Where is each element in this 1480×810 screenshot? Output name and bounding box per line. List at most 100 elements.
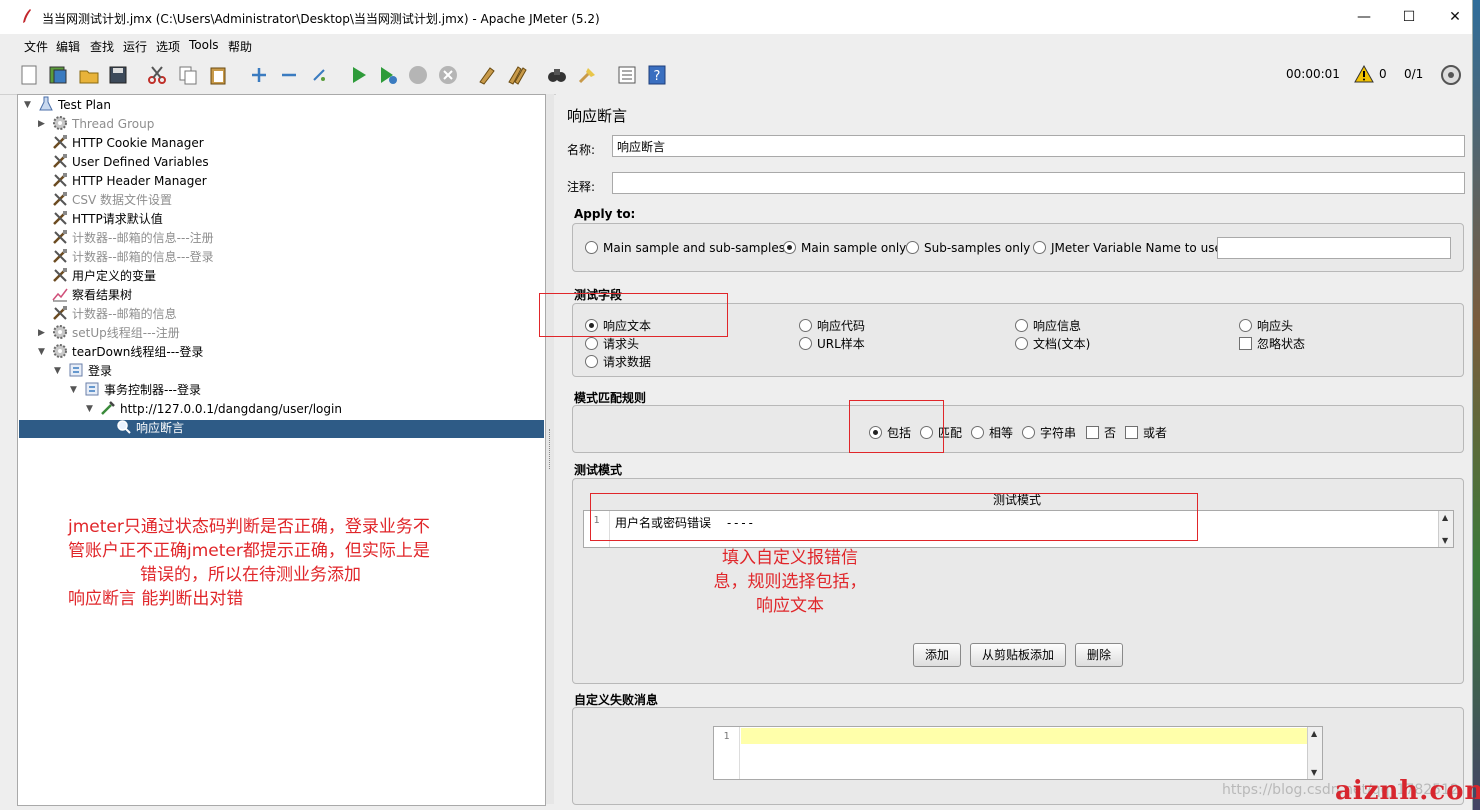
scroll-up-icon[interactable]: ▲ [1311, 729, 1317, 738]
tree-node[interactable]: HTTP请求默认值 [52, 210, 163, 228]
close-button[interactable]: ✕ [1432, 4, 1478, 30]
menu-options[interactable]: 选项 [156, 38, 180, 55]
tree-expand-icon[interactable]: ▶ [38, 119, 45, 129]
tree-node[interactable]: 计数器--邮箱的信息---登录 [52, 248, 214, 266]
split-pane-divider[interactable] [546, 94, 554, 804]
copy-icon[interactable] [177, 64, 199, 86]
reset-search-icon[interactable] [576, 64, 598, 86]
rule-equals-radio[interactable]: 相等 [971, 424, 1013, 441]
field-response-code-radio[interactable]: 响应代码 [799, 317, 865, 334]
tree-collapse-icon[interactable]: ▼ [86, 404, 93, 414]
tree-node[interactable]: 登录 [68, 362, 112, 380]
add-from-clipboard-button[interactable]: 从剪贴板添加 [970, 643, 1066, 667]
cut-icon[interactable] [146, 64, 168, 86]
minimize-button[interactable]: — [1341, 4, 1387, 30]
tree-node[interactable]: 用户定义的变量 [52, 267, 156, 285]
start-no-pause-icon[interactable] [377, 64, 399, 86]
tree-node[interactable]: User Defined Variables [52, 153, 209, 171]
tree-node-label: tearDown线程组---登录 [72, 345, 204, 359]
ignore-status-checkbox[interactable]: 忽略状态 [1239, 335, 1305, 352]
variable-name-field[interactable] [1217, 237, 1451, 259]
radio-label: Main sample and sub-samples [603, 241, 785, 255]
apply-sub-only-radio[interactable]: Sub-samples only [906, 241, 1030, 255]
apply-main-and-sub-radio[interactable]: Main sample and sub-samples [585, 241, 785, 255]
name-field[interactable]: 响应断言 [612, 135, 1465, 157]
maximize-button[interactable]: ☐ [1386, 4, 1432, 30]
shutdown-icon[interactable] [437, 64, 459, 86]
comment-field[interactable] [612, 172, 1465, 194]
menu-search[interactable]: 查找 [90, 38, 114, 55]
field-request-data-radio[interactable]: 请求数据 [585, 353, 651, 370]
clear-all-icon[interactable] [506, 64, 528, 86]
tree-node[interactable]: http://127.0.0.1/dangdang/user/login [100, 400, 342, 418]
field-response-headers-radio[interactable]: 响应头 [1239, 317, 1293, 334]
menu-run[interactable]: 运行 [123, 38, 147, 55]
patterns-scrollbar[interactable]: ▲ ▼ [1438, 511, 1453, 547]
rule-or-checkbox[interactable]: 或者 [1125, 424, 1167, 441]
apply-main-only-radio[interactable]: Main sample only [783, 241, 906, 255]
tree-node[interactable]: HTTP Cookie Manager [52, 134, 204, 152]
field-response-message-radio[interactable]: 响应信息 [1015, 317, 1081, 334]
rule-not-checkbox[interactable]: 否 [1086, 424, 1116, 441]
tree-node[interactable]: HTTP Header Manager [52, 172, 207, 190]
scroll-down-icon[interactable]: ▼ [1442, 536, 1448, 545]
open-icon[interactable] [78, 64, 100, 86]
delete-button[interactable]: 删除 [1075, 643, 1123, 667]
tree-node[interactable]: 响应断言 [116, 419, 184, 437]
tools-icon [52, 172, 68, 188]
menu-file[interactable]: 文件 [24, 38, 48, 55]
tree-node[interactable]: tearDown线程组---登录 [52, 343, 203, 361]
field-url-sampled-radio[interactable]: URL样本 [799, 335, 865, 352]
scroll-down-icon[interactable]: ▼ [1311, 768, 1317, 777]
field-document-radio[interactable]: 文档(文本) [1015, 335, 1090, 352]
start-icon[interactable] [348, 64, 370, 86]
test-plan-tree[interactable]: ▼ Test Plan ▶ Thread Group HTTP Cookie Manag… [17, 94, 546, 806]
toggle-icon[interactable] [308, 64, 330, 86]
tree-collapse-icon[interactable]: ▼ [38, 347, 45, 357]
search-icon[interactable] [546, 64, 568, 86]
tree-node[interactable]: 计数器--邮箱的信息 [52, 305, 177, 323]
tree-node[interactable]: setUp线程组---注册 [52, 324, 180, 342]
tree-node[interactable]: Thread Group [52, 115, 154, 133]
add-button[interactable]: 添加 [913, 643, 961, 667]
tree-node[interactable]: 事务控制器---登录 [84, 381, 201, 399]
paste-icon[interactable] [207, 64, 229, 86]
function-helper-icon[interactable] [616, 64, 638, 86]
menu-edit[interactable]: 编辑 [56, 38, 80, 55]
scroll-up-icon[interactable]: ▲ [1442, 513, 1448, 522]
remote-status-icon[interactable] [1440, 64, 1462, 86]
new-icon[interactable] [18, 64, 40, 86]
tree-expand-icon[interactable]: ▶ [38, 328, 45, 338]
stop-icon[interactable] [407, 64, 429, 86]
help-icon[interactable]: ? [646, 64, 668, 86]
clear-icon[interactable] [476, 64, 498, 86]
tree-node[interactable]: 察看结果树 [52, 286, 132, 304]
tree-collapse-icon[interactable]: ▼ [54, 366, 61, 376]
failure-scrollbar[interactable]: ▲ ▼ [1307, 727, 1322, 779]
save-icon[interactable] [107, 64, 129, 86]
tree-node[interactable]: 计数器--邮箱的信息---注册 [52, 229, 214, 247]
warning-icon[interactable] [1354, 65, 1374, 83]
tree-node[interactable]: CSV 数据文件设置 [52, 191, 172, 209]
rule-substring-radio[interactable]: 字符串 [1022, 424, 1076, 441]
tree-selection-highlight [19, 420, 544, 438]
tools-icon [52, 134, 68, 150]
apply-variable-radio[interactable]: JMeter Variable Name to use [1033, 241, 1222, 255]
field-request-headers-radio[interactable]: 请求头 [585, 335, 639, 352]
menu-help[interactable]: 帮助 [228, 38, 252, 55]
tree-collapse-icon[interactable]: ▼ [24, 100, 31, 110]
collapse-icon[interactable] [278, 64, 300, 86]
radio-label: 请求头 [603, 337, 640, 351]
tree-node[interactable]: Test Plan [38, 96, 111, 114]
templates-icon[interactable] [47, 64, 69, 86]
tree-node-label: 用户定义的变量 [72, 269, 157, 283]
left-annotation-line-4: 响应断言 能判断出对错 [68, 589, 244, 609]
failure-message-editor[interactable]: 1 ▲ ▼ [713, 726, 1323, 780]
checkbox-label: 忽略状态 [1257, 337, 1306, 351]
jmeter-feather-icon [23, 9, 31, 23]
title-bar[interactable]: 当当网测试计划.jmx (C:\Users\Administrator\Desk… [0, 0, 1472, 34]
menu-tools[interactable]: Tools [189, 38, 219, 52]
expand-icon[interactable] [248, 64, 270, 86]
tree-collapse-icon[interactable]: ▼ [70, 385, 77, 395]
radio-label: 响应头 [1257, 319, 1294, 333]
